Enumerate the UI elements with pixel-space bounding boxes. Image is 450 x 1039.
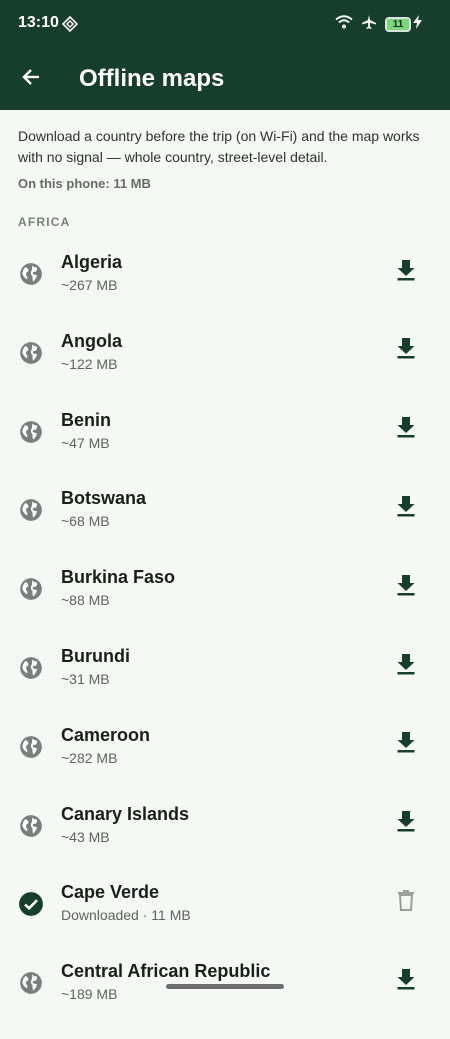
download-button[interactable] — [392, 810, 420, 838]
country-row-cameroon[interactable]: Cameroon ~282 MB — [0, 725, 450, 803]
country-size: ~68 MB — [61, 513, 110, 530]
delete-icon — [396, 889, 416, 916]
arrow-back-icon — [21, 67, 41, 92]
download-button[interactable] — [392, 573, 420, 601]
download-icon — [396, 495, 416, 522]
globe-icon — [18, 734, 44, 760]
country-name: Algeria — [61, 252, 123, 272]
country-name: Burundi — [61, 646, 130, 666]
country-row-burkina-faso[interactable]: Burkina Faso ~88 MB — [0, 567, 450, 645]
country-name: Angola — [61, 330, 122, 351]
country-size: Downloaded · 11 MB — [61, 907, 191, 924]
status-bar: 13:10 11 — [0, 0, 450, 48]
delete-button[interactable] — [392, 888, 420, 916]
download-button[interactable] — [392, 731, 420, 759]
country-row-algeria[interactable]: Algeria ~267 MB — [0, 252, 450, 330]
home-indicator[interactable] — [166, 984, 284, 989]
country-row-central-african-republic[interactable]: Central African Republic ~189 MB — [0, 961, 450, 1039]
download-button[interactable] — [392, 652, 420, 680]
globe-icon — [18, 419, 44, 445]
country-row-botswana[interactable]: Botswana ~68 MB — [0, 488, 450, 566]
download-button[interactable] — [392, 967, 420, 995]
back-button[interactable] — [14, 62, 48, 96]
charging-bolt-icon — [413, 15, 422, 34]
storage-usage: On this phone: 11 MB — [18, 176, 151, 191]
download-button[interactable] — [392, 494, 420, 522]
country-row-angola[interactable]: Angola ~122 MB — [0, 331, 450, 409]
download-button[interactable] — [392, 416, 420, 444]
country-name: Cameroon — [61, 724, 151, 745]
globe-icon — [18, 813, 44, 839]
country-size: ~88 MB — [61, 592, 110, 609]
globe-icon — [18, 497, 44, 523]
battery-level: 11 — [392, 19, 404, 30]
country-row-canary-islands[interactable]: Canary Islands ~43 MB — [0, 804, 450, 882]
globe-icon — [18, 970, 44, 996]
battery-icon: 11 — [385, 17, 411, 32]
diamond-icon — [61, 15, 79, 37]
country-size: ~47 MB — [61, 434, 110, 451]
wifi-icon — [335, 15, 353, 34]
download-icon — [396, 968, 416, 995]
country-size: ~267 MB — [61, 277, 118, 293]
country-name: Benin — [61, 409, 112, 430]
country-row-burundi[interactable]: Burundi ~31 MB — [0, 646, 450, 724]
download-icon — [396, 653, 416, 680]
app-bar: Offline maps — [0, 48, 450, 110]
country-name: Burkina Faso — [61, 567, 176, 588]
country-row-cape-verde[interactable]: Cape Verde Downloaded · 11 MB — [0, 882, 450, 960]
download-icon — [396, 416, 416, 443]
country-name: Botswana — [61, 488, 147, 509]
country-name: Central African Republic — [61, 961, 271, 982]
download-icon — [396, 810, 416, 837]
airplane-icon — [361, 14, 377, 35]
globe-icon — [18, 340, 44, 366]
download-icon — [396, 731, 416, 758]
section-header-africa: AFRICA — [18, 215, 71, 229]
check-circle-icon — [18, 891, 44, 917]
country-size: ~122 MB — [61, 355, 118, 372]
country-name: Cape Verde — [61, 882, 160, 903]
country-size: ~43 MB — [61, 828, 110, 845]
country-row-benin[interactable]: Benin ~47 MB — [0, 410, 450, 488]
status-time: 13:10 — [18, 14, 59, 31]
globe-icon — [18, 576, 44, 602]
page-title: Offline maps — [79, 65, 225, 92]
download-button[interactable] — [392, 258, 420, 286]
download-icon — [396, 337, 416, 364]
country-name: Canary Islands — [61, 803, 190, 824]
country-size: ~31 MB — [61, 671, 110, 687]
intro-text: Download a country before the trip (on W… — [18, 128, 420, 165]
country-size: ~282 MB — [61, 749, 118, 766]
download-icon — [396, 574, 416, 601]
download-icon — [396, 259, 416, 286]
globe-icon — [18, 655, 44, 681]
globe-icon — [18, 261, 44, 287]
download-button[interactable] — [392, 337, 420, 365]
status-icons: 11 — [335, 14, 422, 35]
